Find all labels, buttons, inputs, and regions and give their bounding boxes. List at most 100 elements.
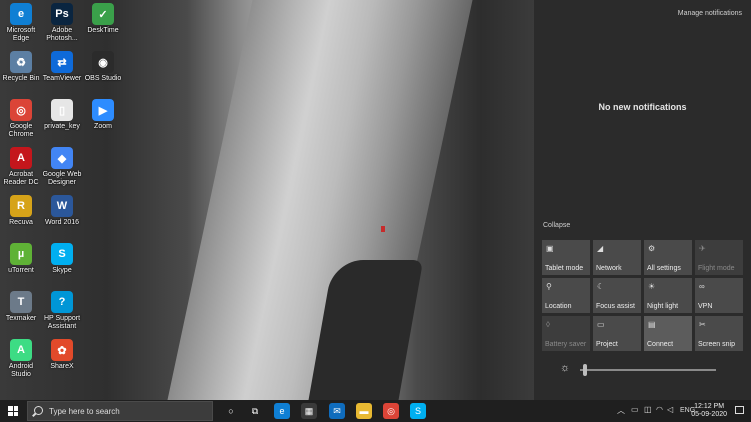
desktop-icon-microsoft-edge[interactable]: e Microsoft Edge bbox=[0, 3, 42, 43]
battery-saver-icon: ◊ bbox=[546, 320, 550, 329]
app-icon: ? bbox=[51, 291, 73, 313]
quick-action-label: Project bbox=[596, 341, 618, 348]
quick-action-battery-saver[interactable]: ◊ Battery saver bbox=[542, 316, 590, 351]
desktop-icon-google-chrome[interactable]: ◎ Google Chrome bbox=[0, 99, 42, 139]
app-icon: T bbox=[10, 291, 32, 313]
project-icon: ▭ bbox=[597, 320, 605, 329]
desktop-icon-label: Acrobat Reader DC bbox=[3, 171, 39, 186]
desktop-icon-label: Google Web Designer bbox=[42, 171, 82, 186]
quick-action-label: Night light bbox=[647, 303, 679, 310]
quick-action-label: Connect bbox=[647, 341, 674, 348]
brightness-slider-thumb[interactable] bbox=[582, 364, 587, 376]
app-icon: R bbox=[10, 195, 32, 217]
volume-icon[interactable]: ◁ bbox=[667, 405, 673, 414]
taskbar-search-box[interactable]: Type here to search bbox=[27, 401, 213, 421]
windows-logo-icon bbox=[8, 406, 18, 416]
desktop-icon-label: ShareX bbox=[50, 363, 74, 370]
quick-action-all-settings[interactable]: ⚙ All settings bbox=[644, 240, 692, 275]
edge-icon[interactable]: e bbox=[274, 403, 290, 419]
quick-action-focus-assist[interactable]: ☾ Focus assist bbox=[593, 278, 641, 313]
skype-icon[interactable]: S bbox=[410, 403, 426, 419]
start-button[interactable] bbox=[0, 400, 26, 422]
store-icon[interactable]: ▦ bbox=[301, 403, 317, 419]
app-icon: ▶ bbox=[92, 99, 114, 121]
app-icon: ♻ bbox=[10, 51, 32, 73]
task-view-icon[interactable]: ⧉ bbox=[247, 403, 263, 419]
manage-notifications-link[interactable]: Manage notifications bbox=[678, 10, 742, 17]
desktop-icon-acrobat-reader-dc[interactable]: A Acrobat Reader DC bbox=[0, 147, 42, 187]
desktop-icon-zoom[interactable]: ▶ Zoom bbox=[82, 99, 124, 131]
wifi-icon[interactable]: ◠ bbox=[656, 405, 663, 414]
app-icon: S bbox=[51, 243, 73, 265]
clock-time: 12:12 PM bbox=[694, 403, 725, 410]
mail-icon[interactable]: ✉ bbox=[329, 403, 345, 419]
quick-action-tablet-mode[interactable]: ▣ Tablet mode bbox=[542, 240, 590, 275]
desktop-icon-grid: e Microsoft Edge Ps Adobe Photosh... ✓ DeskTi… bbox=[0, 0, 130, 400]
wallpaper-climber bbox=[381, 226, 385, 232]
moon-icon: ☾ bbox=[597, 282, 605, 291]
quick-action-label: Tablet mode bbox=[545, 265, 584, 272]
desktop-icon-adobe-photosh[interactable]: Ps Adobe Photosh... bbox=[41, 3, 83, 43]
desktop-icon-obs-studio[interactable]: ◉ OBS Studio bbox=[82, 51, 124, 83]
screen-snip-icon: ✂ bbox=[699, 320, 706, 329]
quick-action-label: VPN bbox=[698, 303, 713, 310]
chrome-icon[interactable]: ◎ bbox=[383, 403, 399, 419]
desktop-icon-label: TeamViewer bbox=[42, 75, 82, 82]
quick-action-connect[interactable]: ▤ Connect bbox=[644, 316, 692, 351]
desktop-icon-hp-support-assistant[interactable]: ? HP Support Assistant bbox=[41, 291, 83, 331]
clock[interactable]: 12:12 PM 05-09-2020 bbox=[691, 403, 727, 419]
desktop-icon-label: Adobe Photosh... bbox=[46, 27, 78, 42]
app-icon: ◆ bbox=[51, 147, 73, 169]
quick-action-label: Flight mode bbox=[698, 265, 735, 272]
quick-action-night-light[interactable]: ☀ Night light bbox=[644, 278, 692, 313]
desktop-icon-teamviewer[interactable]: ⇄ TeamViewer bbox=[41, 51, 83, 83]
location-icon: ⚲ bbox=[546, 282, 552, 291]
desktop-icon-private-key[interactable]: ▯ private_key bbox=[41, 99, 83, 131]
network-icon: ◢ bbox=[597, 244, 604, 253]
desktop-icon-recuva[interactable]: R Recuva bbox=[0, 195, 42, 227]
quick-action-flight-mode[interactable]: ✈ Flight mode bbox=[695, 240, 743, 275]
quick-action-label: All settings bbox=[647, 265, 681, 272]
quick-action-screen-snip[interactable]: ✂ Screen snip bbox=[695, 316, 743, 351]
desktop-icon-utorrent[interactable]: µ uTorrent bbox=[0, 243, 42, 275]
app-icon: A bbox=[10, 339, 32, 361]
desktop-icon-skype[interactable]: S Skype bbox=[41, 243, 83, 275]
desktop-icon-label: Word 2016 bbox=[44, 219, 80, 226]
quick-action-vpn[interactable]: ∞ VPN bbox=[695, 278, 743, 313]
quick-action-location[interactable]: ⚲ Location bbox=[542, 278, 590, 313]
quick-action-label: Location bbox=[545, 303, 572, 310]
notification-center-icon[interactable] bbox=[735, 406, 744, 414]
night-light-icon: ☀ bbox=[648, 282, 656, 291]
connect-icon: ▤ bbox=[648, 320, 656, 329]
brightness-control: ☼ bbox=[560, 362, 750, 376]
vpn-icon: ∞ bbox=[699, 282, 705, 291]
desktop-icon-google-web-designer[interactable]: ◆ Google Web Designer bbox=[41, 147, 83, 187]
quick-action-label: Screen snip bbox=[698, 341, 735, 348]
brightness-icon: ☼ bbox=[560, 362, 571, 374]
brightness-slider-track[interactable] bbox=[580, 369, 716, 371]
quick-action-label: Focus assist bbox=[596, 303, 635, 310]
app-icon: ▯ bbox=[51, 99, 73, 121]
chevron-up-icon[interactable]: ︿ bbox=[617, 405, 625, 416]
desktop-icon-label: Skype bbox=[52, 267, 72, 274]
network-tray-icon[interactable]: ◫ bbox=[644, 405, 652, 414]
desktop-icon-desktime[interactable]: ✓ DeskTime bbox=[82, 3, 124, 35]
search-icon bbox=[34, 406, 43, 415]
no-notifications-text: No new notifications bbox=[598, 102, 687, 112]
collapse-link[interactable]: Collapse bbox=[543, 222, 570, 229]
quick-action-project[interactable]: ▭ Project bbox=[593, 316, 641, 351]
file-explorer-icon[interactable]: ▬ bbox=[356, 403, 372, 419]
desktop-icon-label: Recuva bbox=[9, 219, 33, 226]
app-icon: ✓ bbox=[92, 3, 114, 25]
desktop-icon-recycle-bin[interactable]: ♻ Recycle Bin bbox=[0, 51, 42, 83]
quick-action-network[interactable]: ◢ Network bbox=[593, 240, 641, 275]
battery-icon[interactable]: ▭ bbox=[631, 405, 639, 414]
desktop-icon-word-2016[interactable]: W Word 2016 bbox=[41, 195, 83, 227]
desktop-icon-texmaker[interactable]: T Texmaker bbox=[0, 291, 42, 323]
cortana-icon[interactable]: ○ bbox=[223, 403, 239, 419]
desktop-icon-android-studio[interactable]: A Android Studio bbox=[0, 339, 42, 379]
desktop-icon-label: DeskTime bbox=[87, 27, 119, 34]
desktop-icon-sharex[interactable]: ✿ ShareX bbox=[41, 339, 83, 371]
clock-date: 05-09-2020 bbox=[691, 411, 727, 418]
desktop-icon-label: OBS Studio bbox=[84, 75, 122, 82]
